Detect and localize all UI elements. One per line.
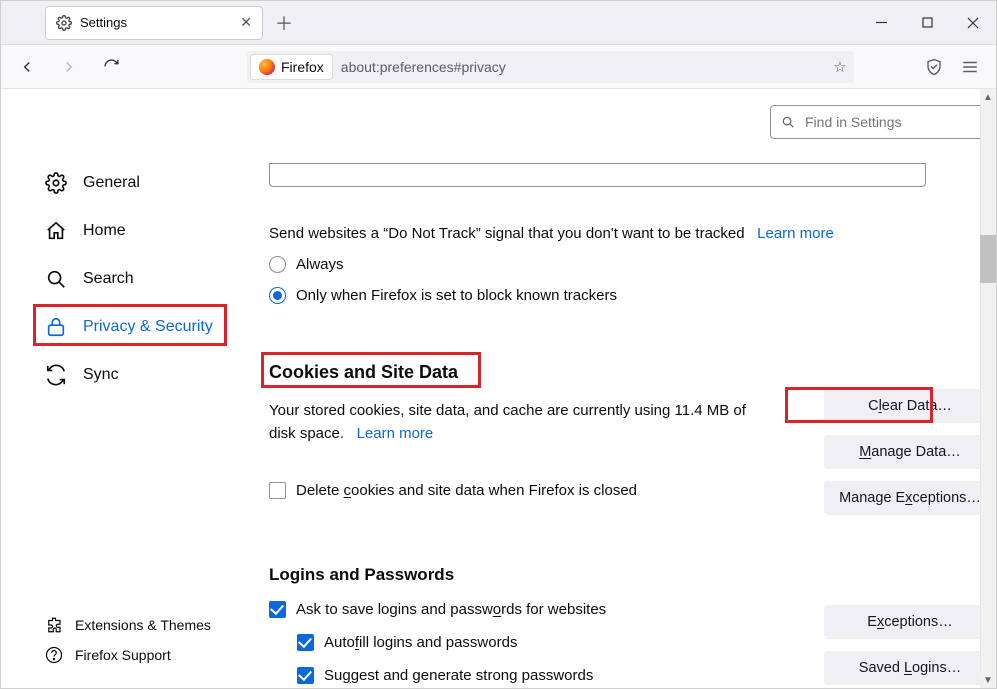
scroll-down-arrow[interactable]: ▼ bbox=[980, 672, 996, 688]
radio-label: Only when Firefox is set to block known … bbox=[296, 287, 617, 304]
identity-label: Firefox bbox=[281, 59, 324, 75]
bookmark-star-icon[interactable]: ☆ bbox=[826, 58, 854, 76]
window-controls bbox=[858, 1, 996, 44]
sidebar-bottom-label: Extensions & Themes bbox=[75, 617, 211, 633]
checkbox-label: Autofill logins and passwords bbox=[324, 634, 517, 651]
gear-icon bbox=[56, 15, 72, 31]
logins-exceptions-button[interactable]: Exceptions… bbox=[824, 605, 996, 639]
content-area: General Home Search Privacy & Security S… bbox=[1, 89, 996, 688]
settings-sidebar: General Home Search Privacy & Security S… bbox=[1, 89, 259, 688]
search-icon bbox=[45, 268, 67, 290]
cookies-body: Your stored cookies, site data, and cach… bbox=[269, 399, 749, 446]
checkbox-icon bbox=[269, 601, 286, 618]
sidebar-bottom-label: Firefox Support bbox=[75, 647, 171, 663]
checkbox-icon bbox=[269, 482, 286, 499]
dnt-only-radio[interactable]: Only when Firefox is set to block known … bbox=[269, 287, 926, 304]
shield-icon[interactable] bbox=[924, 57, 944, 77]
cookies-learn-more-link[interactable]: Learn more bbox=[357, 425, 434, 442]
lock-icon bbox=[45, 316, 67, 338]
sidebar-label: Sync bbox=[83, 366, 119, 384]
checkbox-icon bbox=[297, 667, 314, 684]
radio-icon bbox=[269, 287, 286, 304]
cookies-heading: Cookies and Site Data bbox=[269, 362, 458, 383]
reload-button[interactable] bbox=[95, 51, 127, 83]
browser-tab[interactable]: Settings ✕ bbox=[45, 6, 263, 40]
url-bar[interactable]: Firefox about:preferences#privacy ☆ bbox=[247, 51, 854, 83]
titlebar: Settings ✕ ＋ bbox=[1, 1, 996, 45]
settings-main: Send websites a “Do Not Track” signal th… bbox=[259, 89, 996, 688]
close-tab-icon[interactable]: ✕ bbox=[240, 14, 252, 31]
sidebar-label: Privacy & Security bbox=[83, 318, 213, 336]
back-button[interactable] bbox=[11, 51, 43, 83]
search-icon bbox=[781, 115, 795, 129]
firefox-logo-icon bbox=[259, 59, 275, 75]
sidebar-item-sync[interactable]: Sync bbox=[45, 351, 259, 399]
close-window-button[interactable] bbox=[950, 1, 996, 44]
sidebar-label: Search bbox=[83, 270, 134, 288]
sidebar-label: Home bbox=[83, 222, 126, 240]
sidebar-item-privacy[interactable]: Privacy & Security bbox=[45, 303, 259, 351]
maximize-button[interactable] bbox=[904, 1, 950, 44]
nav-toolbar: Firefox about:preferences#privacy ☆ bbox=[1, 45, 996, 89]
firefox-support-link[interactable]: Firefox Support bbox=[45, 646, 211, 664]
sidebar-item-home[interactable]: Home bbox=[45, 207, 259, 255]
find-input[interactable] bbox=[803, 113, 988, 131]
saved-logins-button[interactable]: Saved Logins… bbox=[824, 651, 996, 685]
forward-button[interactable] bbox=[53, 51, 85, 83]
radio-label: Always bbox=[296, 256, 344, 273]
menu-icon[interactable] bbox=[960, 57, 980, 77]
puzzle-icon bbox=[45, 616, 63, 634]
manage-exceptions-button[interactable]: Manage Exceptions… bbox=[824, 481, 996, 515]
tab-title: Settings bbox=[80, 15, 232, 30]
help-icon bbox=[45, 646, 63, 664]
sidebar-label: General bbox=[83, 174, 140, 192]
clear-data-button[interactable]: Clear Data… bbox=[824, 389, 996, 423]
site-identity[interactable]: Firefox bbox=[250, 54, 333, 80]
home-icon bbox=[45, 220, 67, 242]
new-tab-button[interactable]: ＋ bbox=[269, 8, 299, 38]
dnt-always-radio[interactable]: Always bbox=[269, 256, 926, 273]
url-text: about:preferences#privacy bbox=[333, 59, 826, 75]
extensions-themes-link[interactable]: Extensions & Themes bbox=[45, 616, 211, 634]
sync-icon bbox=[45, 364, 67, 386]
checkbox-label: Delete cookies and site data when Firefo… bbox=[296, 482, 637, 499]
minimize-button[interactable] bbox=[858, 1, 904, 44]
find-in-settings[interactable] bbox=[770, 105, 996, 139]
manage-data-button[interactable]: Manage Data… bbox=[824, 435, 996, 469]
vertical-scrollbar[interactable]: ▲ ▼ bbox=[980, 89, 996, 688]
scroll-thumb[interactable] bbox=[980, 235, 996, 283]
checkbox-label: Ask to save logins and passwords for web… bbox=[296, 601, 606, 618]
checkbox-label: Suggest and generate strong passwords bbox=[324, 667, 593, 684]
dnt-learn-more-link[interactable]: Learn more bbox=[757, 225, 834, 242]
collapsed-panel bbox=[269, 163, 926, 187]
radio-icon bbox=[269, 256, 286, 273]
scroll-up-arrow[interactable]: ▲ bbox=[980, 89, 996, 105]
sidebar-item-general[interactable]: General bbox=[45, 159, 259, 207]
dnt-description: Send websites a “Do Not Track” signal th… bbox=[269, 225, 926, 242]
logins-heading: Logins and Passwords bbox=[269, 565, 926, 585]
sidebar-item-search[interactable]: Search bbox=[45, 255, 259, 303]
gear-icon bbox=[45, 172, 67, 194]
checkbox-icon bbox=[297, 634, 314, 651]
